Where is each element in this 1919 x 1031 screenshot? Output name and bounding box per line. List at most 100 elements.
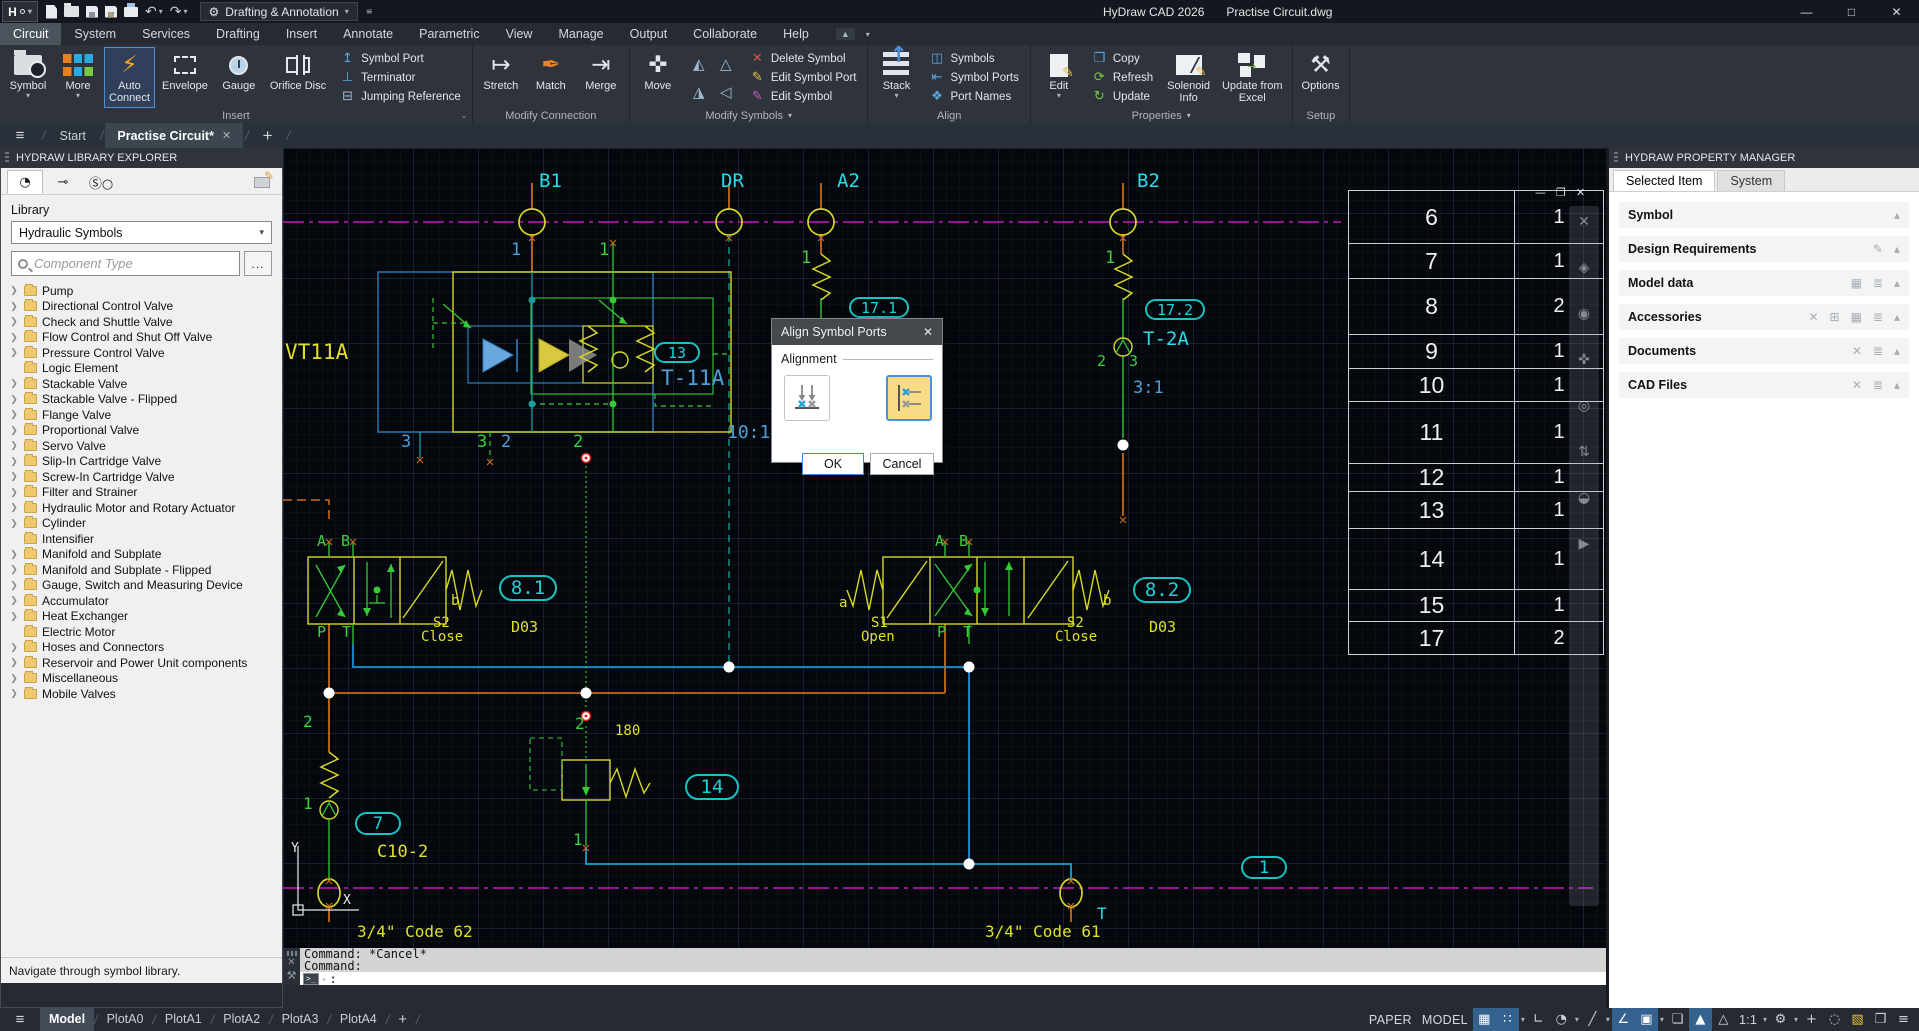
symbols-button[interactable]: ◫Symbols	[924, 50, 1023, 68]
pm-section-symbol[interactable]: Symbol▴	[1619, 202, 1909, 228]
chevron-right-icon[interactable]: ❯	[9, 518, 19, 529]
layout-tab-model[interactable]: Model	[40, 1008, 94, 1031]
search-input[interactable]	[34, 256, 233, 271]
navigation-bar[interactable]: ✕◈◉✜◎⇅◒▶	[1569, 206, 1599, 906]
edit-symbol-button[interactable]: ✎Edit Symbol	[745, 88, 862, 106]
graphics-performance-toggle[interactable]: ▧	[1846, 1008, 1869, 1031]
mirror-horizontal-button[interactable]: ◁	[713, 78, 739, 105]
property-manager-title[interactable]: HYDRAW PROPERTY MANAGER	[1609, 148, 1919, 168]
menu-insert[interactable]: Insert	[273, 23, 330, 45]
navigation-wheel-icon[interactable]: ◈	[1579, 260, 1590, 276]
orifice-disc-button[interactable]: Orifice Disc	[265, 47, 331, 108]
panel-label-modify-connection[interactable]: Modify Connection	[473, 108, 629, 123]
workspace-switching-toggle[interactable]: ⚙	[1769, 1008, 1792, 1031]
menu-output[interactable]: Output	[617, 23, 681, 45]
tree-item-reservoir-and-power-unit-components[interactable]: ❯Reservoir and Power Unit components	[9, 655, 282, 671]
pm-section-cad-files[interactable]: CAD Files✕≣▴	[1619, 372, 1909, 398]
tree-item-proportional-valve[interactable]: ❯Proportional Valve	[9, 423, 282, 439]
more-filters-button[interactable]: ...	[244, 251, 272, 276]
symbol-button[interactable]: Symbol▾	[4, 47, 52, 108]
close-icon[interactable]: ✕	[1578, 214, 1590, 230]
menu-help[interactable]: Help	[770, 23, 822, 45]
delete-icon[interactable]: ✕	[1852, 378, 1862, 392]
chevron-right-icon[interactable]: ❯	[9, 285, 19, 296]
move-button[interactable]: ✜Move	[634, 47, 682, 108]
pm-section-design-requirements[interactable]: Design Requirements✎▴	[1619, 236, 1909, 262]
zoom-icon[interactable]: ◎	[1578, 398, 1590, 414]
symbol-port-button[interactable]: ↥Symbol Port	[335, 50, 466, 68]
tree-item-electric-motor[interactable]: Electric Motor	[9, 624, 282, 640]
tree-item-slip-in-cartridge-valve[interactable]: ❯Slip-In Cartridge Valve	[9, 454, 282, 470]
tree-item-hydraulic-motor-and-rotary-actuator[interactable]: ❯Hydraulic Motor and Rotary Actuator	[9, 500, 282, 516]
tree-item-mobile-valves[interactable]: ❯Mobile Valves	[9, 686, 282, 702]
pm-section-accessories[interactable]: Accessories✕⊞▦≣▴	[1619, 304, 1909, 330]
dialog-titlebar[interactable]: Align Symbol Ports ✕	[772, 319, 942, 345]
chevron-right-icon[interactable]: ❯	[9, 502, 19, 513]
doc-tab-start[interactable]: Start	[47, 123, 97, 148]
note-icon[interactable]: ≣	[1873, 310, 1883, 324]
close-icon[interactable]: ✕	[222, 129, 231, 142]
layout-menu-icon[interactable]: ≡	[0, 1011, 40, 1028]
menu-drafting[interactable]: Drafting	[203, 23, 273, 45]
edit-symbol-port-button[interactable]: ✎Edit Symbol Port	[745, 69, 862, 87]
isometric-drafting-toggle[interactable]: ╱	[1581, 1008, 1604, 1031]
ok-button[interactable]: OK	[802, 453, 864, 475]
annotation-autoscale-toggle[interactable]: △	[1712, 1008, 1735, 1031]
tree-item-manifold-and-subplate[interactable]: ❯Manifold and Subplate	[9, 547, 282, 563]
port-names-button[interactable]: ❖Port Names	[924, 88, 1023, 106]
file-tabs-menu-icon[interactable]: ≡	[0, 127, 40, 144]
chevron-right-icon[interactable]: ❯	[9, 378, 19, 389]
chevron-right-icon[interactable]: ❯	[9, 409, 19, 420]
collapse-icon[interactable]: ▴	[1894, 208, 1900, 222]
menu-system[interactable]: System	[61, 23, 129, 45]
pm-section-documents[interactable]: Documents✕≣▴	[1619, 338, 1909, 364]
selection-cycling-toggle[interactable]: ❏	[1666, 1008, 1689, 1031]
update-from-excel-button[interactable]: Update fromExcel	[1217, 47, 1288, 108]
merge-button[interactable]: ⇥Merge	[577, 47, 625, 108]
new-layout-button[interactable]: +	[389, 1011, 416, 1028]
recent-symbols-tab[interactable]: ◔	[7, 170, 43, 194]
chevron-down-icon[interactable]: ▾	[1761, 1015, 1769, 1024]
chevron-right-icon[interactable]: ❯	[9, 595, 19, 606]
chevron-right-icon[interactable]: ❯	[9, 316, 19, 327]
close-button[interactable]: ✕	[1874, 0, 1919, 23]
undo-button[interactable]: ↶▾	[145, 3, 163, 20]
envelope-button[interactable]: Envelope	[157, 47, 213, 108]
note-icon[interactable]: ≣	[1873, 378, 1883, 392]
chevron-right-icon[interactable]: ❯	[9, 611, 19, 622]
workspace-selector[interactable]: ⚙ Drafting & Annotation ▾	[200, 2, 358, 21]
open-file-button[interactable]	[64, 3, 79, 20]
viewport-minimize-icon[interactable]: —	[1535, 186, 1546, 199]
align-ports-horizontally-button[interactable]	[886, 375, 932, 421]
align-ports-vertically-button[interactable]	[784, 375, 830, 421]
layout-tab-plota3[interactable]: PlotA3	[273, 1008, 328, 1031]
tree-item-screw-in-cartridge-valve[interactable]: ❯Screw-In Cartridge Valve	[9, 469, 282, 485]
grid-display-toggle[interactable]: ▦	[1473, 1008, 1496, 1031]
panel-label-properties[interactable]: Properties▾	[1031, 108, 1292, 123]
chevron-right-icon[interactable]: ❯	[9, 487, 19, 498]
menu-services[interactable]: Services	[129, 23, 203, 45]
new-file-button[interactable]	[46, 3, 57, 20]
menu-parametric[interactable]: Parametric	[406, 23, 492, 45]
save-as-button[interactable]	[105, 3, 117, 20]
chevron-right-icon[interactable]: ❯	[9, 549, 19, 560]
edit-icon[interactable]: ✎	[1873, 242, 1883, 256]
command-input[interactable]: >_ ▾ :	[300, 972, 1606, 986]
object-snap-tracking-toggle[interactable]: ∠	[1612, 1008, 1635, 1031]
viewport-close-icon[interactable]: ✕	[1576, 186, 1585, 199]
tree-item-cylinder[interactable]: ❯Cylinder	[9, 516, 282, 532]
chevron-right-icon[interactable]: ❯	[9, 456, 19, 467]
pan-icon[interactable]: ✜	[1578, 352, 1590, 368]
note-icon[interactable]: ≣	[1873, 276, 1883, 290]
tree-item-flow-control-and-shut-off-valve[interactable]: ❯Flow Control and Shut Off Valve	[9, 330, 282, 346]
paper-space-label[interactable]: PAPER	[1364, 1013, 1417, 1027]
mirror-vertical-button[interactable]: △	[713, 50, 739, 77]
hydraulic-symbol-tab[interactable]: ⊸	[45, 170, 81, 194]
drawing-canvas[interactable]: — ❐ ✕ ✕◈◉✜◎⇅◒▶ 6171829110111112113114115…	[283, 148, 1606, 948]
customization-menu-toggle[interactable]: ≡	[1892, 1008, 1915, 1031]
close-icon[interactable]: ✕	[287, 957, 295, 968]
save-button[interactable]	[86, 3, 98, 20]
collapse-icon[interactable]: ▴	[1894, 378, 1900, 392]
chevron-right-icon[interactable]: ❯	[9, 394, 19, 405]
save-icon[interactable]: ▦	[1851, 310, 1862, 324]
